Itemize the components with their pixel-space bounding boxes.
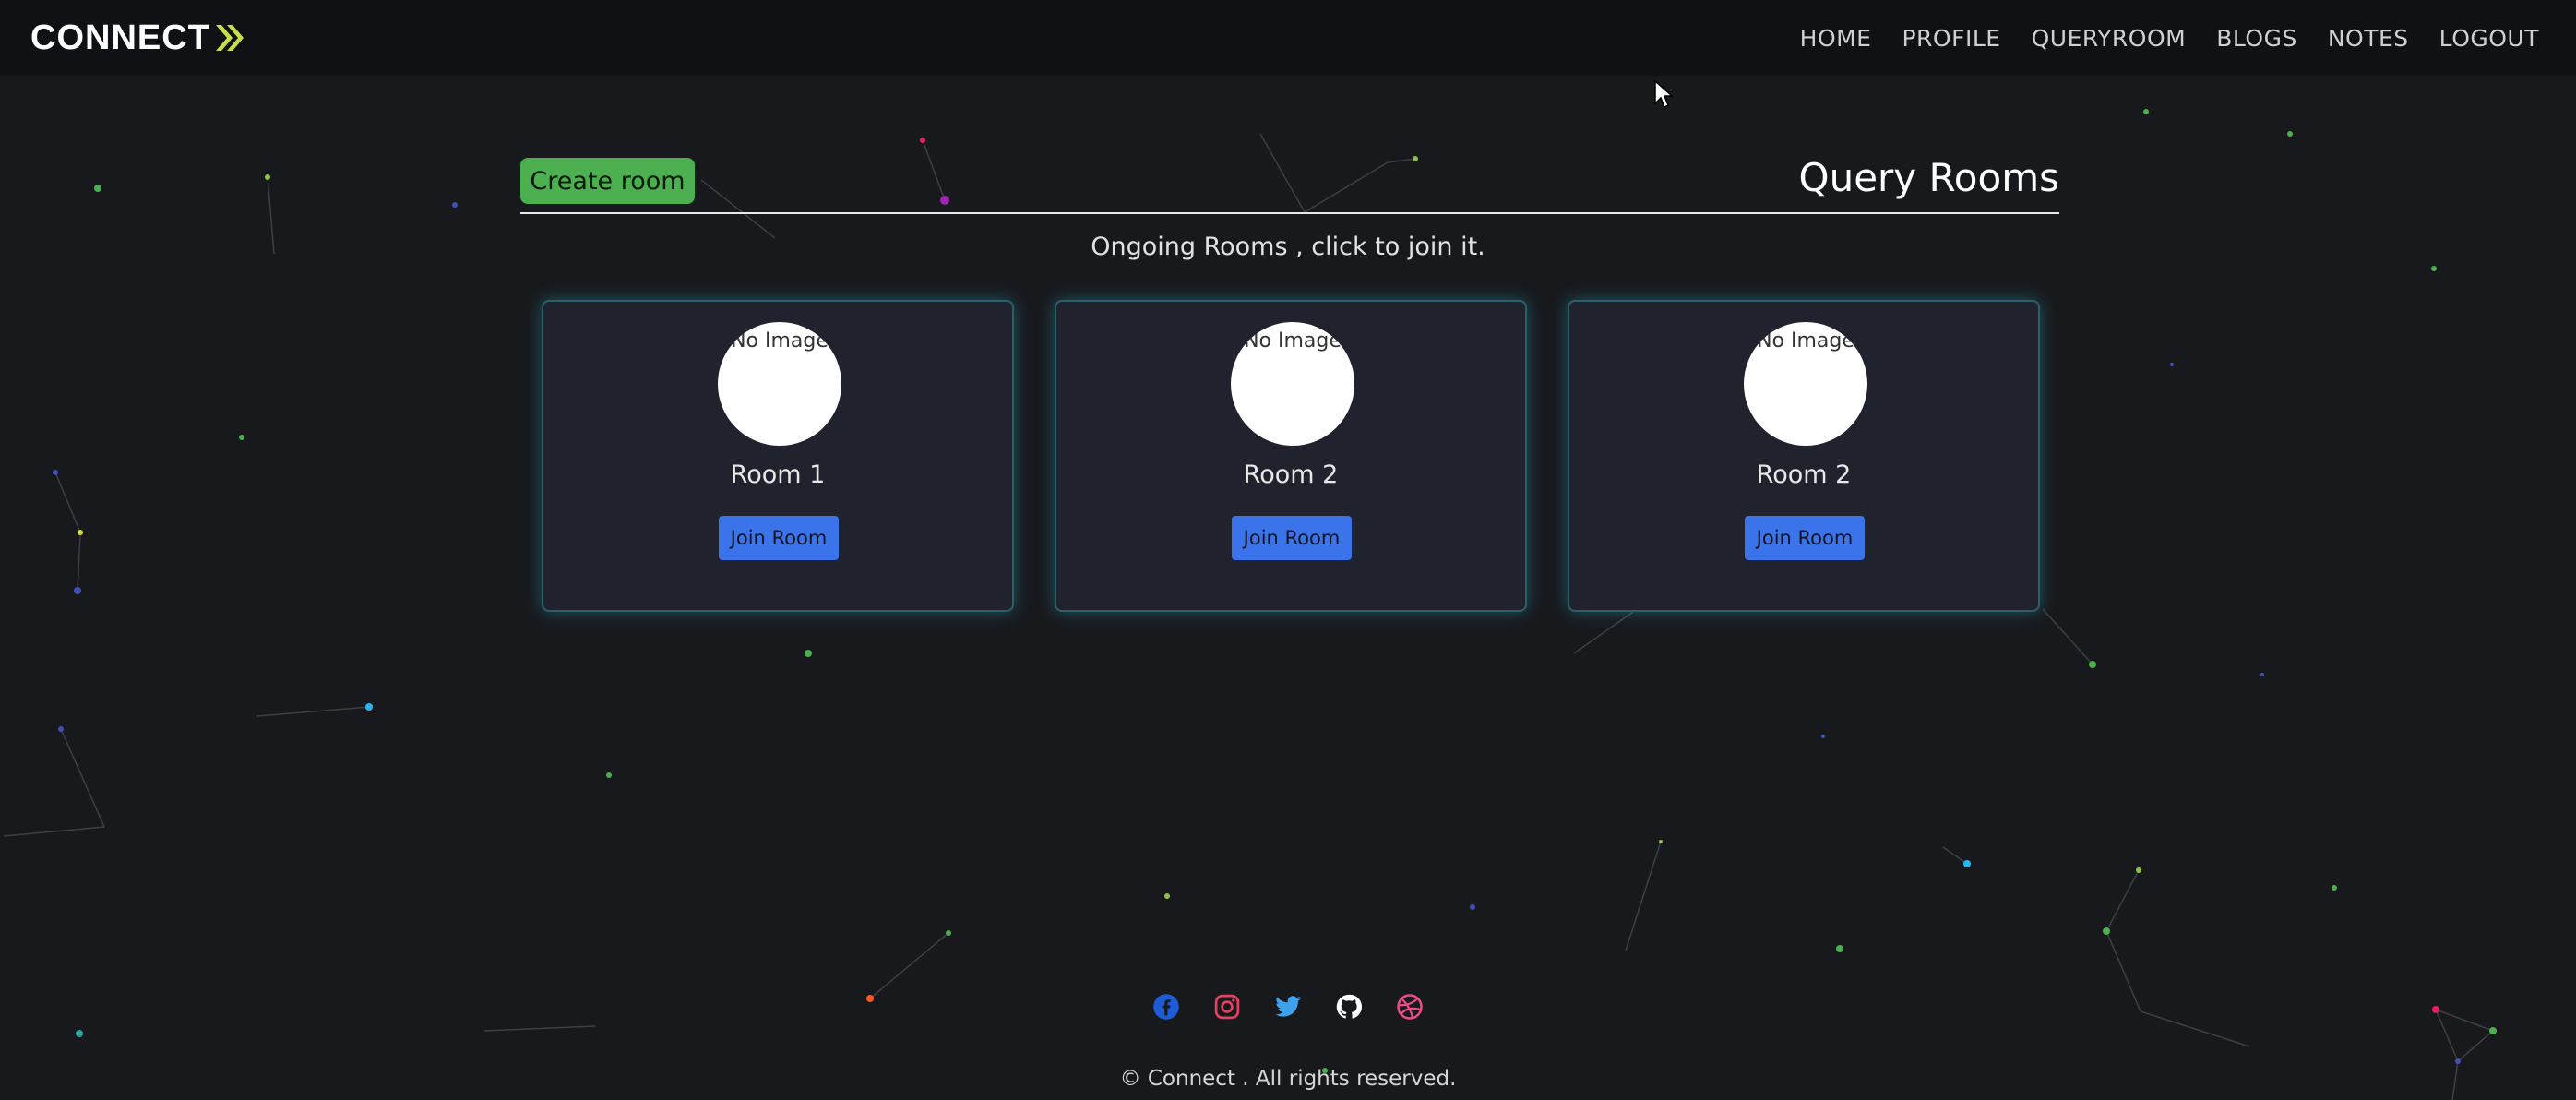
github-icon[interactable] [1335,993,1363,1021]
room-card: No Image Room 1 Join Room [542,300,1014,612]
title-divider [520,212,2059,214]
room-name: Room 2 [1756,460,1852,489]
room-card: No Image Room 2 Join Room [1568,300,2040,612]
chevron-right-icon [214,23,245,53]
nav-profile[interactable]: PROFILE [1902,25,2000,52]
instagram-icon[interactable] [1213,993,1241,1021]
room-name: Room 1 [730,460,826,489]
room-cards: No Image Room 1 Join Room No Image Room … [542,300,2040,614]
brand-text: CONNECT [30,18,210,57]
room-avatar-alt: No Image [731,329,829,353]
room-avatar-alt: No Image [1757,329,1854,353]
nav-blogs[interactable]: BLOGS [2216,25,2297,52]
facebook-icon[interactable] [1152,993,1180,1021]
room-name: Room 2 [1243,460,1339,489]
nav-queryroom[interactable]: QUERYROOM [2032,25,2187,52]
join-room-button[interactable]: Join Room [1232,516,1352,560]
room-avatar: No Image [1744,322,1867,446]
main-content: Create room Query Rooms Ongoing Rooms , … [0,0,2576,1100]
mouse-cursor-icon [1654,79,1674,109]
join-room-button[interactable]: Join Room [719,516,839,560]
nav-home[interactable]: HOME [1800,25,1872,52]
copyright-text: © Connect . All rights reserved. [1119,1067,1457,1091]
dribbble-icon[interactable] [1396,993,1424,1021]
nav-links: HOME PROFILE QUERYROOM BLOGS NOTES LOGOU… [1800,25,2539,52]
create-room-button[interactable]: Create room [520,158,695,204]
twitter-icon[interactable] [1274,993,1302,1021]
room-card: No Image Room 2 Join Room [1055,300,1527,612]
nav-logout[interactable]: LOGOUT [2439,25,2539,52]
social-links [0,993,2576,1021]
page-title: Query Rooms [1798,155,2059,200]
brand-logo[interactable]: CONNECT [30,18,245,58]
navbar: CONNECT HOME PROFILE QUERYROOM BLOGS NOT… [0,0,2576,76]
page-subtitle: Ongoing Rooms , click to join it. [1091,233,1485,261]
room-avatar: No Image [1231,322,1354,446]
join-room-button[interactable]: Join Room [1745,516,1865,560]
room-avatar-alt: No Image [1244,329,1342,353]
room-avatar: No Image [718,322,841,446]
nav-notes[interactable]: NOTES [2328,25,2409,52]
